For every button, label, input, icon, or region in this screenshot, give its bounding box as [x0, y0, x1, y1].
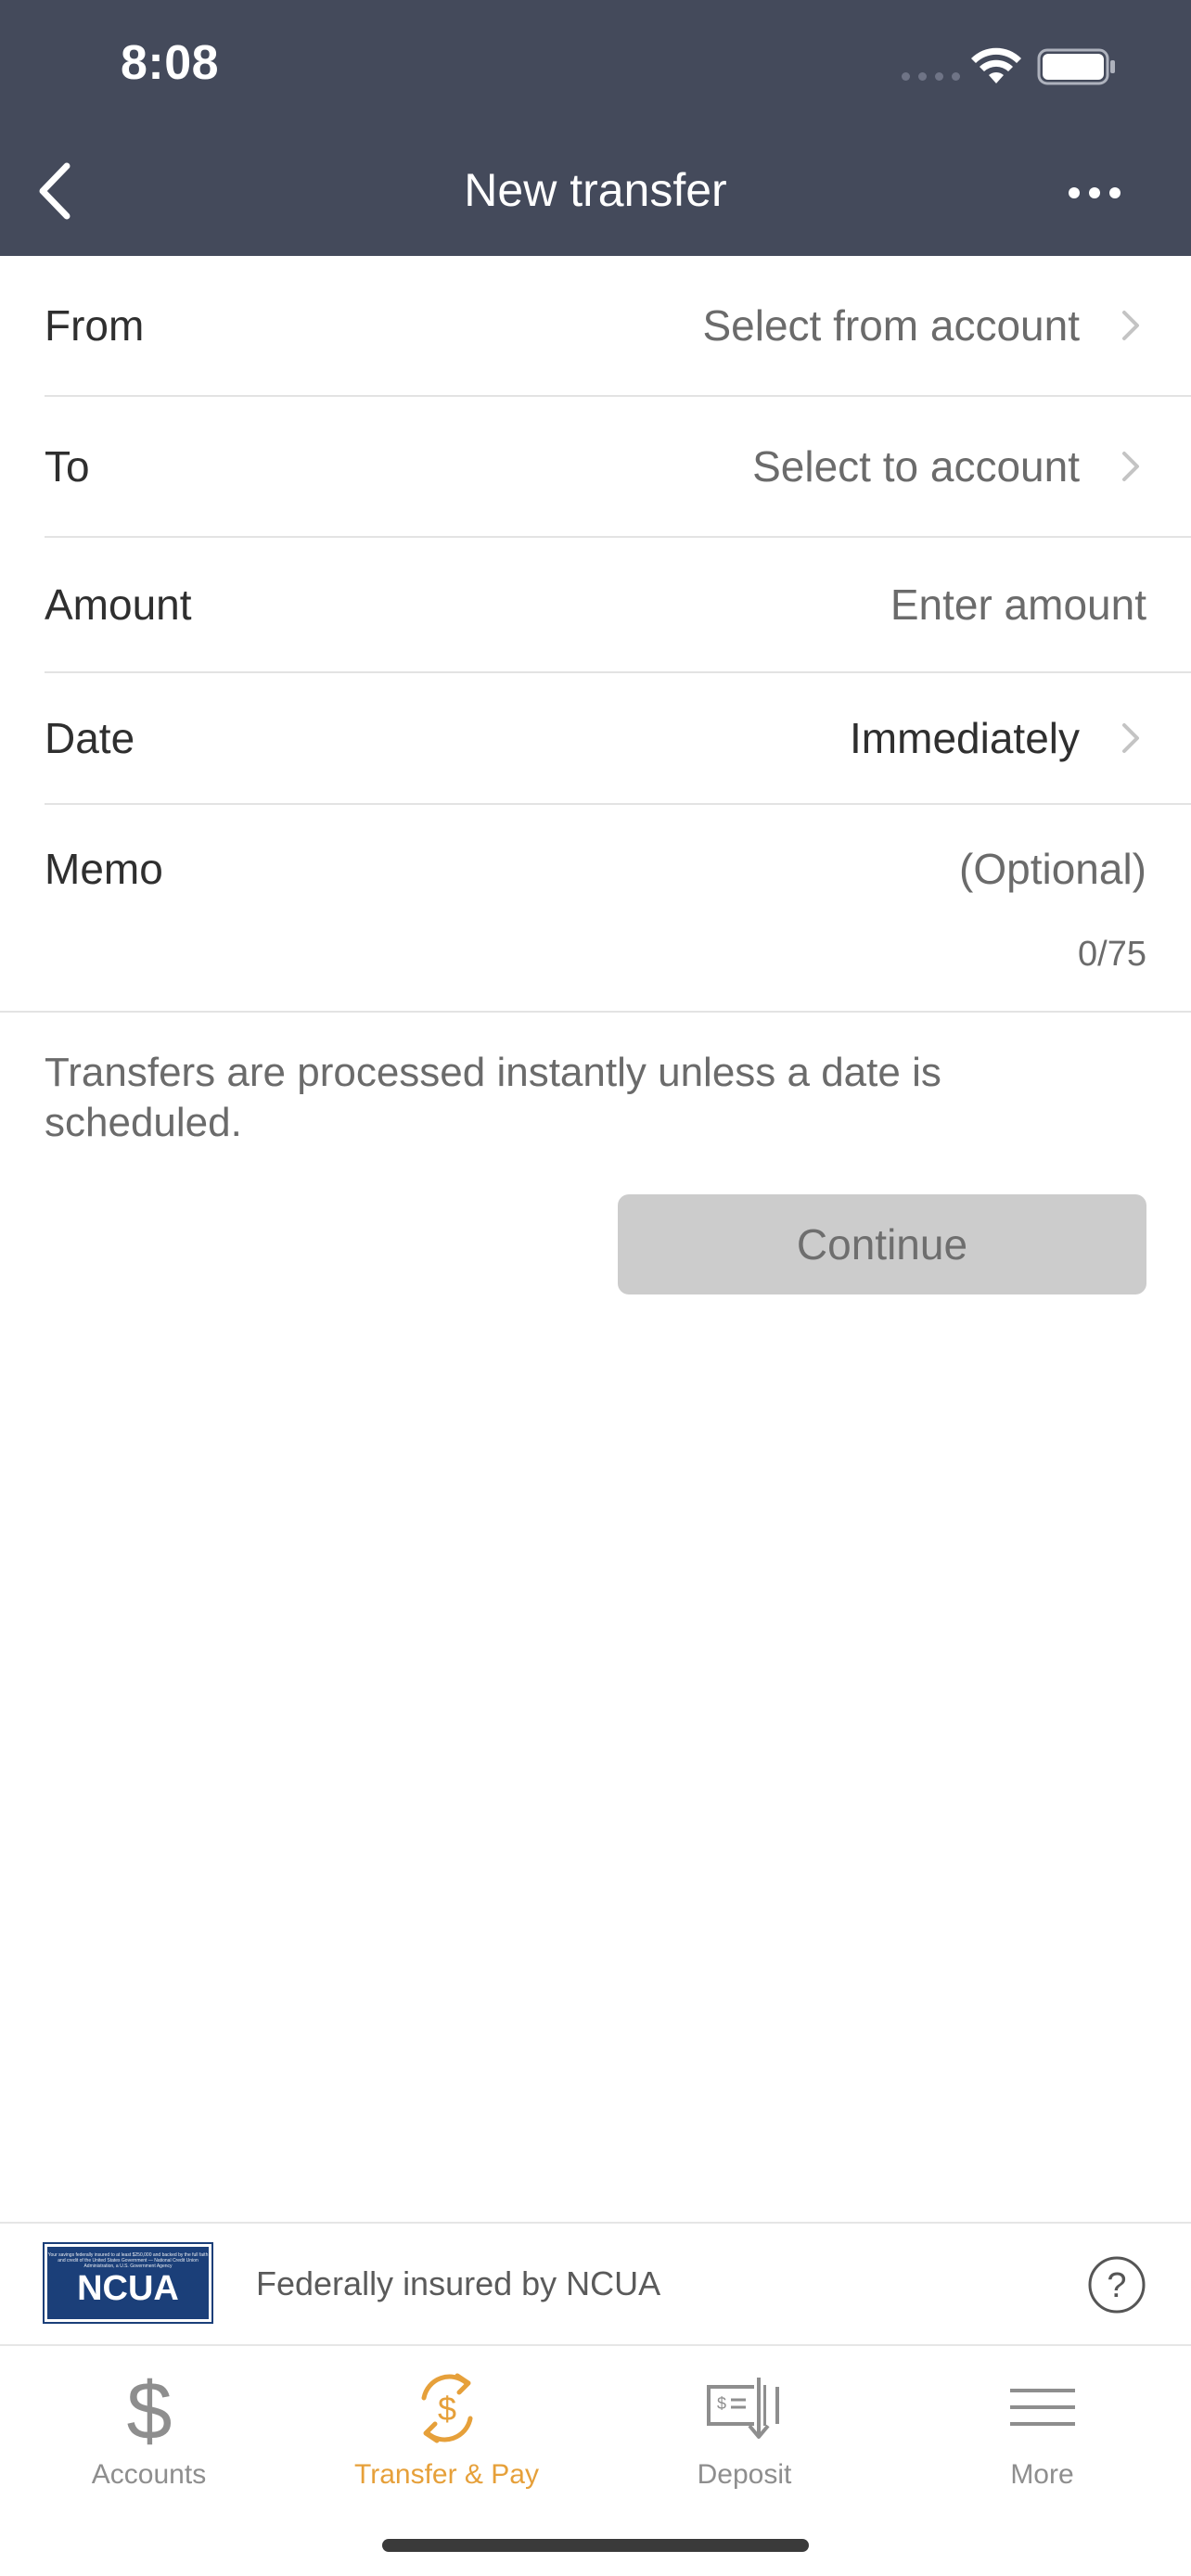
svg-text:$: $ — [437, 2390, 455, 2428]
tab-accounts[interactable]: $ Accounts — [0, 2359, 298, 2498]
memo-field[interactable]: Memo (Optional) 0/75 — [0, 805, 1191, 1013]
to-account-selector[interactable]: To Select to account — [45, 397, 1191, 538]
transfer-info-text: Transfers are processed instantly unless… — [45, 1050, 941, 1145]
date-selector[interactable]: Date Immediately — [45, 673, 1191, 805]
tab-more-label: More — [1010, 2459, 1074, 2490]
tab-more[interactable]: More — [893, 2359, 1191, 2498]
to-label: To — [45, 442, 90, 491]
svg-text:?: ? — [1107, 2266, 1126, 2305]
tab-transfer-pay[interactable]: $ Transfer & Pay — [298, 2359, 596, 2498]
tab-accounts-label: Accounts — [91, 2459, 207, 2490]
from-value: Select from account — [702, 301, 1080, 350]
hamburger-menu-icon — [1009, 2389, 1075, 2426]
continue-button[interactable]: Continue — [618, 1194, 1146, 1294]
date-label: Date — [45, 714, 135, 762]
tab-deposit[interactable]: $ Deposit — [596, 2359, 893, 2498]
memo-label: Memo — [45, 845, 163, 893]
wifi-icon — [971, 47, 1021, 83]
amount-field[interactable]: Amount Enter amount — [45, 538, 1191, 673]
chevron-right-icon — [1122, 723, 1139, 753]
navigation-header: 8:08 New transfer — [0, 0, 1191, 256]
memo-character-counter: 0/75 — [1078, 935, 1146, 974]
page-title: New transfer — [464, 164, 727, 216]
tab-deposit-label: Deposit — [697, 2459, 792, 2490]
ncua-logo-text: NCUA — [77, 2269, 179, 2308]
tab-transfer-pay-label: Transfer & Pay — [354, 2459, 539, 2490]
screen: 8:08 New transfer From Select from accou… — [0, 0, 1191, 2576]
transfer-pay-icon: $ — [421, 2373, 472, 2443]
ncua-insurance-bar: Your savings federally insured to at lea… — [0, 2222, 1191, 2344]
memo-input-placeholder[interactable]: (Optional) — [959, 844, 1146, 894]
from-label: From — [45, 301, 145, 350]
svg-text:$: $ — [126, 2366, 172, 2450]
svg-text:$: $ — [716, 2394, 725, 2413]
help-icon[interactable]: ? — [1087, 2255, 1146, 2315]
check-deposit-icon: $ — [706, 2378, 779, 2439]
battery-icon — [1037, 48, 1115, 85]
dollar-icon: $ — [126, 2366, 172, 2450]
to-value: Select to account — [752, 442, 1080, 491]
ncua-logo-fine-print: Your savings federally insured to at lea… — [47, 2252, 209, 2269]
status-time: 8:08 — [121, 36, 220, 90]
more-options-button[interactable] — [1057, 167, 1132, 219]
ncua-insurance-text: Federally insured by NCUA — [256, 2264, 661, 2302]
chevron-right-icon — [1122, 311, 1139, 340]
ncua-logo: Your savings federally insured to at lea… — [43, 2242, 213, 2324]
amount-input-placeholder[interactable]: Enter amount — [890, 580, 1146, 630]
ellipsis-icon — [1069, 187, 1080, 198]
chevron-right-icon — [1122, 452, 1139, 481]
amount-label: Amount — [45, 580, 192, 629]
cellular-signal-icon — [902, 72, 960, 81]
home-indicator[interactable] — [382, 2539, 809, 2552]
from-account-selector[interactable]: From Select from account — [45, 256, 1191, 397]
date-value: Immediately — [850, 714, 1080, 762]
